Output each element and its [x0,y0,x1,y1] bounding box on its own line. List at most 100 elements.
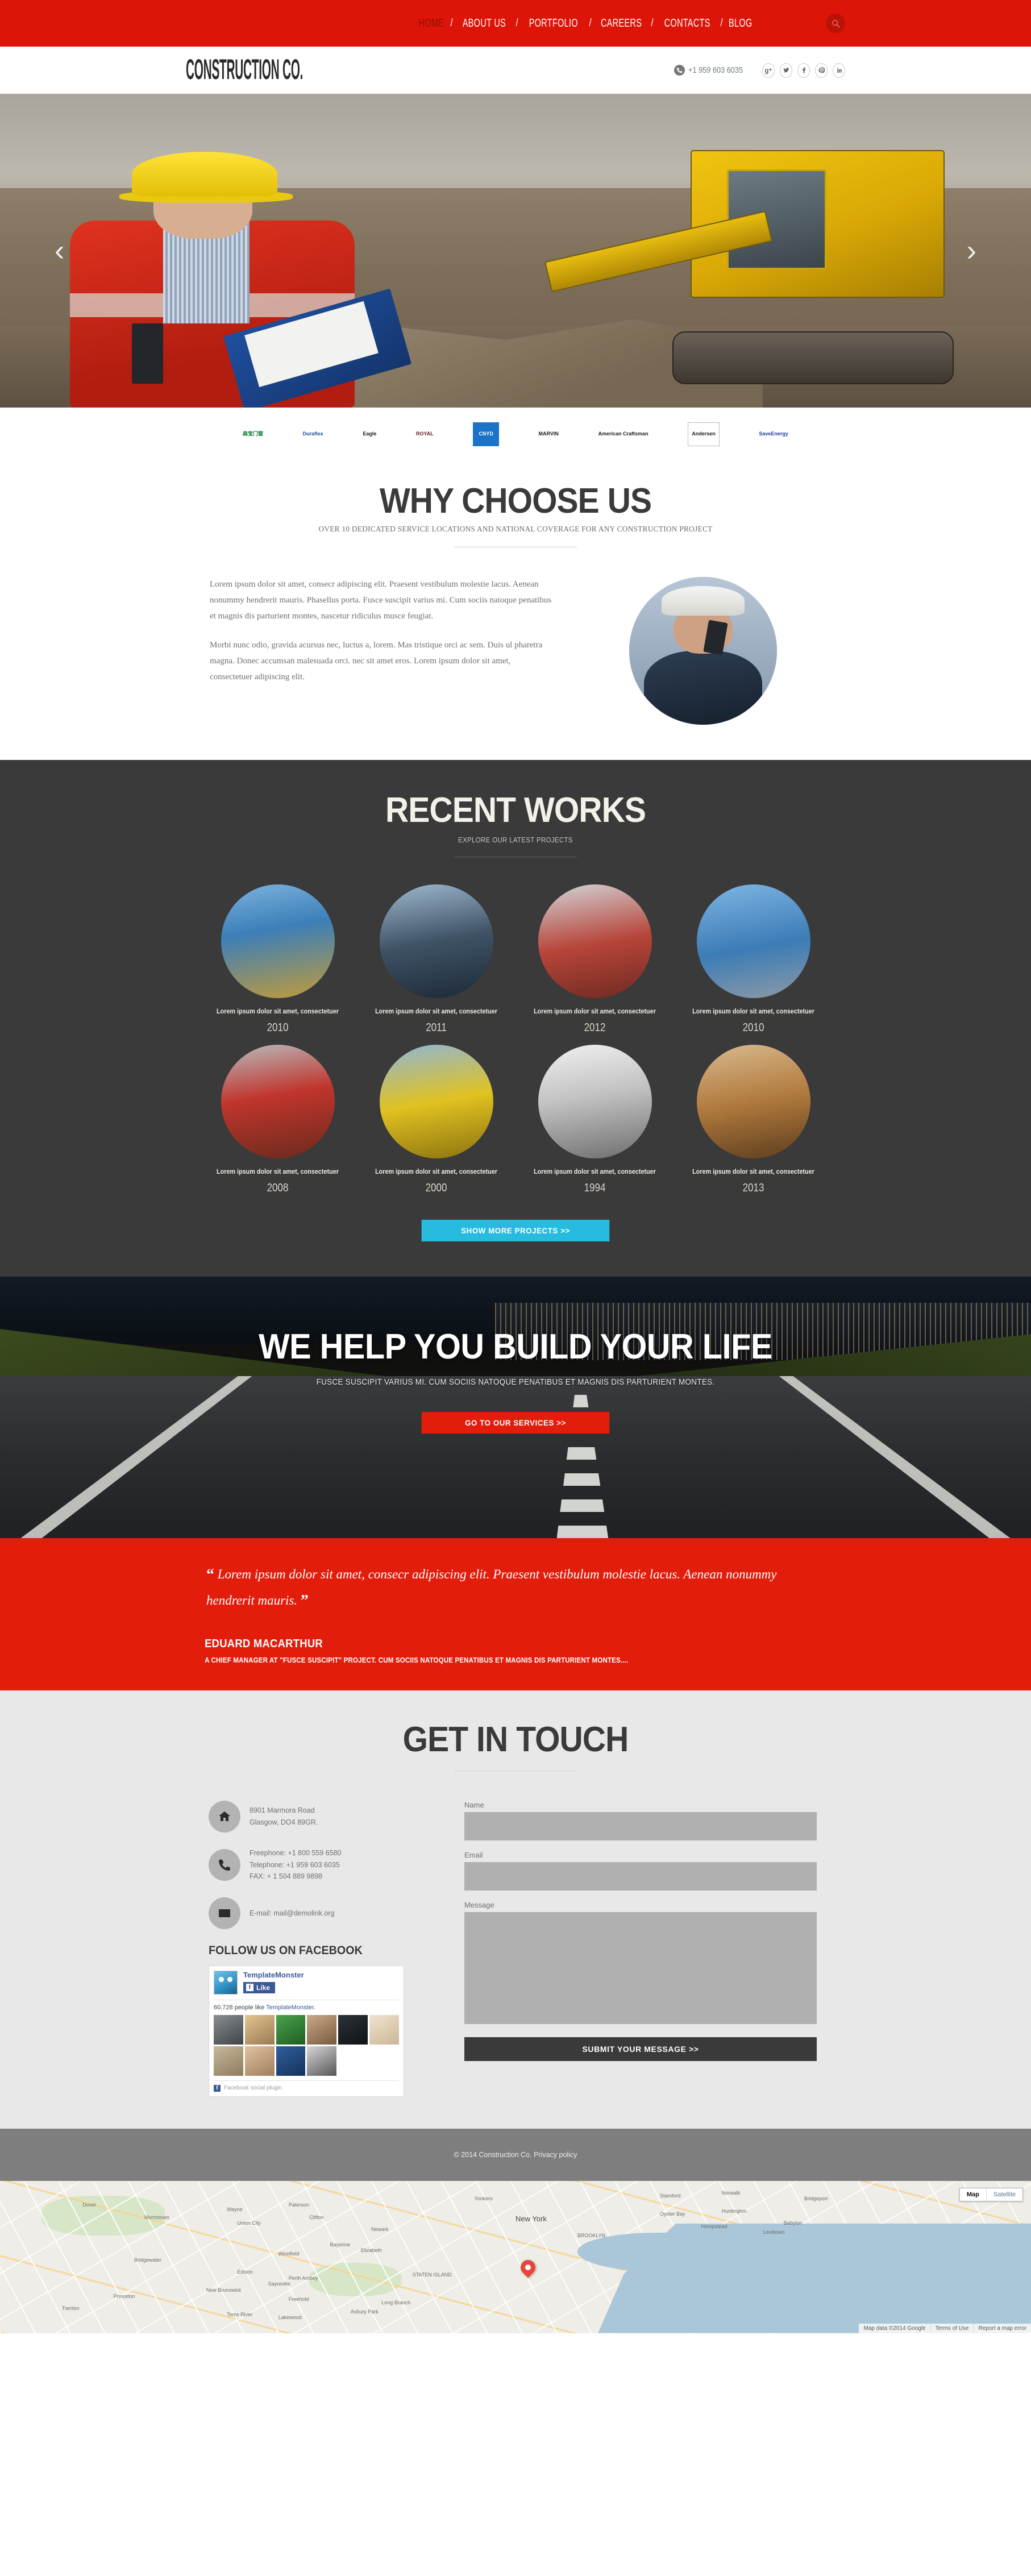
work-item[interactable]: Lorem ipsum dolor sit amet, consectetuer… [367,1045,505,1195]
name-field-label: Name [464,1801,484,1809]
why-paragraph-1: Lorem ipsum dolor sit amet, consecr adip… [210,580,552,621]
nav-item-contacts[interactable]: CONTACTS [664,17,710,30]
facebook-icon: f [246,1984,253,1992]
nav-separator: / [516,17,518,29]
work-thumbnail[interactable] [696,1045,810,1159]
facebook-face[interactable] [214,2014,243,2045]
header-contact-social: +1 959 603 6035 g + [674,63,845,78]
map-label: STATEN ISLAND [412,2272,452,2278]
work-thumbnail[interactable] [221,1045,335,1159]
partner-logo-saveenergy[interactable]: SaveEnergy [759,422,788,446]
facebook-face[interactable] [214,2046,243,2076]
partner-logo-marvin[interactable]: MARVIN [539,422,559,446]
search-button[interactable] [826,14,845,33]
work-thumbnail[interactable] [221,884,335,999]
facebook-face[interactable] [276,2046,306,2076]
map-type-map-button[interactable]: Map [959,2188,986,2201]
work-item[interactable]: Lorem ipsum dolor sit amet, consectetuer… [526,1045,664,1195]
facebook-like-button[interactable]: f Like [243,1981,276,1993]
facebook-face[interactable] [307,2014,337,2045]
facebook-face[interactable] [307,2046,337,2076]
map-label: Perth Amboy [288,2275,318,2281]
work-caption: Lorem ipsum dolor sit amet, consectetuer [375,1167,497,1176]
nav-item-blog[interactable]: BLOG [729,17,752,30]
facebook-face[interactable] [338,2014,368,2045]
work-item[interactable]: Lorem ipsum dolor sit amet, consectetuer… [367,884,505,1034]
work-thumbnail[interactable] [379,884,493,999]
header-phone[interactable]: +1 959 603 6035 [674,65,753,76]
hero-slider[interactable]: ‹ › [0,94,1031,408]
map-label: Asbury Park [350,2308,379,2315]
location-map[interactable]: New York BROOKLYN Newark Elizabeth Paterson Y… [0,2180,1031,2333]
partner-logo-andersen[interactable]: Andersen [688,422,720,446]
facebook-page-name[interactable]: TemplateMonster [243,1971,304,1979]
nav-item-portfolio[interactable]: PORTFOLIO [529,17,578,30]
why-choose-us-section: WHY CHOOSE US OVER 10 DEDICATED SERVICE … [0,456,1031,761]
map-label: Clifton [309,2214,324,2220]
email-input[interactable] [464,1862,817,1891]
facebook-section-title: FOLLOW US ON FACEBOOK [209,1943,363,1957]
contact-address-text: 8901 Marmora Road Glasgow, DO4 89GR. [250,1806,318,1826]
nav-item-about-us[interactable]: ABOUT US [463,17,506,30]
work-thumbnail[interactable] [538,884,652,999]
linkedin-icon[interactable] [833,63,845,78]
work-thumbnail[interactable] [538,1045,652,1159]
submit-message-button[interactable]: SUBMIT YOUR MESSAGE >> [464,2037,817,2061]
worker-graphic [52,106,412,408]
map-label: Long Branch [381,2299,411,2305]
work-year: 2013 [742,1182,764,1195]
work-item[interactable]: Lorem ipsum dolor sit amet, consectetuer… [209,1045,347,1195]
facebook-page-avatar [214,1970,238,1995]
map-type-toggle[interactable]: Map Satellite [959,2187,1023,2201]
map-label: Lakewood [278,2315,302,2321]
work-thumbnail[interactable] [379,1045,493,1159]
partner-logo-eagle[interactable]: Eagle [363,422,376,446]
contact-email-text: E-mail: mail@demolink.org [250,1909,335,1917]
work-thumbnail[interactable] [696,884,810,999]
site-logo[interactable]: CONSTRUCTION CO. [186,54,303,86]
twitter-icon[interactable] [780,63,792,78]
facebook-face[interactable] [244,2014,275,2045]
nav-item-careers[interactable]: CAREERS [601,17,642,30]
work-item[interactable]: Lorem ipsum dolor sit amet, consectetuer… [684,884,822,1034]
map-type-satellite-button[interactable]: Satellite [986,2188,1022,2201]
partner-logo-duraflex[interactable]: Duraflex [303,422,323,446]
work-year: 2012 [584,1021,606,1034]
facebook-plugin-label[interactable]: Facebook social plugin [224,2085,282,2091]
nav-separator: / [720,17,723,29]
googleplus-icon[interactable]: g + [762,63,775,78]
why-text-column: Lorem ipsum dolor sit amet, consecr adip… [197,577,555,685]
name-input[interactable] [464,1812,817,1840]
hero-next-arrow[interactable]: › [967,236,976,265]
work-item[interactable]: Lorem ipsum dolor sit amet, consectetuer… [684,1045,822,1195]
work-item[interactable]: Lorem ipsum dolor sit amet, consectetuer… [209,884,347,1034]
map-terms-link[interactable]: Terms of Use [930,2323,974,2333]
phone-icon [209,1848,240,1881]
privacy-policy-link[interactable]: Privacy policy [534,2151,577,2159]
map-label: Newark [371,2226,389,2232]
copyright-text: © 2014 Construction Co. [454,2150,534,2159]
message-textarea[interactable] [464,1912,817,2024]
facebook-face[interactable] [244,2046,275,2076]
partner-logo-cnyd[interactable]: CNYD [473,422,499,446]
go-to-services-button[interactable]: GO TO OUR SERVICES >> [421,1412,610,1434]
map-label: Bridgeport [804,2196,828,2202]
map-report-error-link[interactable]: Report a map error [973,2323,1031,2333]
partner-logo-royal[interactable]: ROYAL [416,422,434,446]
pinterest-icon[interactable] [815,63,828,78]
work-item[interactable]: Lorem ipsum dolor sit amet, consectetuer… [526,884,664,1034]
facebook-icon[interactable] [797,63,810,78]
fb-count-page-link[interactable]: TemplateMonster [266,2004,314,2011]
facebook-like-widget: TemplateMonster f Like 60,728 people lik… [209,1965,404,2097]
facebook-face[interactable] [369,2014,399,2045]
search-icon [832,19,840,28]
nav-item-home[interactable]: HOME [418,17,444,30]
map-attribution: Map data ©2014 Google Terms of Use Repor… [859,2323,1031,2333]
partner-logo-american-craftsman[interactable]: American Craftsman [598,422,648,446]
works-section-subtitle: EXPLORE OUR LATEST PROJECTS [458,836,573,845]
hero-prev-arrow[interactable]: ‹ [55,236,64,265]
callout-section: WE HELP YOU BUILD YOUR LIFE FUSCE SUSCIP… [0,1277,1031,1539]
partner-logo-senbao[interactable]: 森宝门窗 [243,422,263,446]
facebook-face[interactable] [276,2014,306,2045]
show-more-projects-button[interactable]: SHOW MORE PROJECTS >> [421,1220,610,1242]
